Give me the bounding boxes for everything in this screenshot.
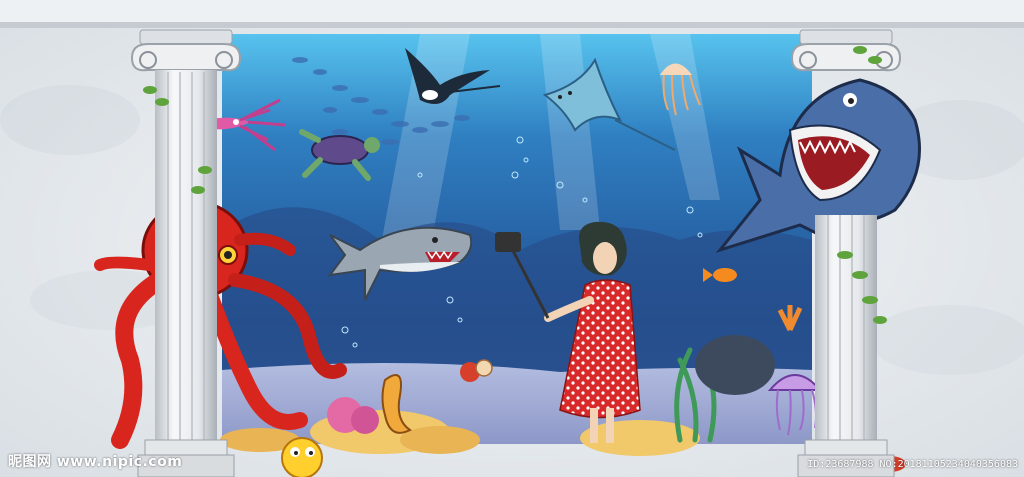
aquarium-mural	[0, 0, 1024, 477]
watermark-id: ID:23687988 NO:20181105234040356083	[807, 459, 1018, 470]
top-ledge	[0, 0, 1024, 22]
rock	[695, 335, 775, 395]
watermark-left: 昵图网 www.nipic.com	[8, 454, 183, 470]
pufferfish	[281, 437, 323, 477]
